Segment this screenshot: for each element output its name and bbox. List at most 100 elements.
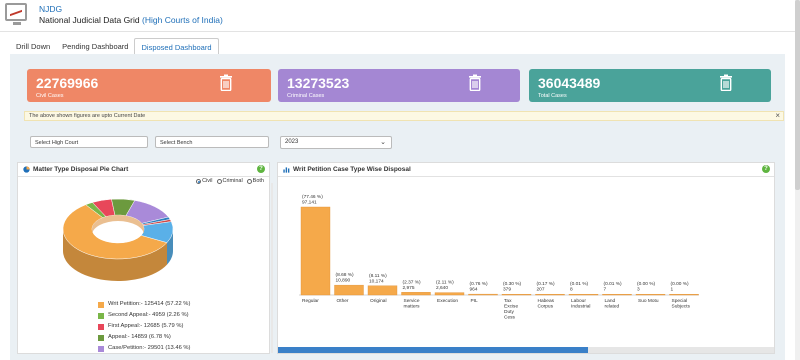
legend-item[interactable]: Second Appeal:- 4959 (2.26 %): [98, 310, 191, 321]
page-scrollbar[interactable]: [795, 0, 800, 360]
bar-chart: (77.46 %)97,141 Regular (8.68 %)10,890 Othe…: [299, 194, 699, 321]
bar-percent-label: (77.46 %): [302, 194, 323, 200]
bar-percent-label: (0.17 %): [537, 281, 556, 287]
dashboard-tabs: Drill Down Pending Dashboard Disposed Da…: [10, 38, 219, 55]
bar-chart-panel: Writ Petition Case Type Wise Disposal ? …: [277, 162, 775, 354]
bar[interactable]: [669, 293, 699, 296]
bar-category-label: Suo Motu: [638, 298, 659, 304]
pie-chart-panel: Matter Type Disposal Pie Chart ? Civil C…: [17, 162, 273, 354]
civil-cases-label: Civil Cases: [36, 93, 64, 99]
bar-panel-title: Writ Petition Case Type Wise Disposal: [293, 166, 411, 173]
bar[interactable]: [401, 292, 431, 296]
bar-value-label: 2,640: [436, 285, 448, 291]
bar-value-label: 7: [604, 287, 607, 293]
radio-civil-dot[interactable]: [196, 178, 202, 184]
bench-select[interactable]: Select Bench: [155, 136, 269, 148]
bar-category-label: Excise: [504, 304, 518, 310]
bar-value-label: 964: [470, 287, 478, 293]
bar-percent-label: (0.01 %): [570, 281, 589, 287]
close-icon[interactable]: ×: [775, 111, 780, 120]
bar[interactable]: [468, 293, 498, 296]
bar-category-label: Service: [404, 298, 420, 304]
notice-text: The above shown figures are upto Current…: [29, 113, 146, 119]
bar-percent-label: (2.11 %): [436, 280, 454, 286]
bar-category-label: matters: [404, 304, 421, 310]
subtitle-prefix: National Judicial Data Grid: [39, 15, 140, 25]
tab-pending-dashboard[interactable]: Pending Dashboard: [56, 38, 134, 55]
total-cases-label: Total Cases: [538, 93, 567, 99]
bar-category-label: Special: [672, 298, 688, 304]
criminal-cases-card: 13273523 Criminal Cases: [278, 69, 520, 102]
radio-both[interactable]: Both: [246, 178, 264, 184]
pie-chart: [62, 198, 174, 281]
bar[interactable]: [602, 293, 632, 296]
pie-legend: Writ Petition:- 125414 (57.22 %) Second …: [98, 299, 191, 354]
help-icon[interactable]: ?: [257, 165, 265, 173]
bar-category-label: related: [605, 304, 620, 310]
legend-item[interactable]: First Appeal:- 12685 (5.79 %): [98, 321, 191, 332]
radio-criminal-dot[interactable]: [216, 178, 222, 184]
bar-value-label: 2,975: [403, 285, 415, 291]
bar-category-label: Corpus: [538, 304, 554, 310]
year-select[interactable]: 2023 ⌄: [280, 136, 392, 149]
bar-category-label: Duty: [504, 309, 514, 315]
radio-both-dot[interactable]: [246, 178, 252, 184]
tab-drill-down[interactable]: Drill Down: [10, 38, 56, 55]
legend-item[interactable]: Writ Petition:- 125414 (57.22 %): [98, 299, 191, 310]
bar[interactable]: [501, 293, 532, 296]
pie-panel-scrollbar[interactable]: [271, 183, 273, 353]
legend-item[interactable]: Appeal:- 14859 (6.78 %): [98, 332, 191, 343]
bar-value-label: 379: [503, 287, 511, 293]
total-cases-count: 36043489: [538, 75, 601, 91]
page-scrollbar-thumb[interactable]: [795, 0, 800, 190]
bar[interactable]: [300, 206, 331, 296]
legend-swatch-second-appeal: [98, 312, 104, 319]
page-subtitle: National Judicial Data Grid (High Courts…: [39, 15, 223, 25]
radio-criminal[interactable]: Criminal: [216, 178, 243, 184]
bar[interactable]: [635, 293, 666, 296]
legend-label: First Appeal:- 12685 (5.79 %): [108, 323, 184, 329]
scrollbar-thumb[interactable]: [278, 347, 588, 353]
bar-category-label: Tax: [504, 298, 512, 304]
bar-chart-scrollbar[interactable]: [278, 347, 774, 353]
help-icon[interactable]: ?: [762, 165, 770, 173]
legend-swatch-writ-petition: [98, 301, 104, 308]
app-header: NJDG National Judicial Data Grid (High C…: [0, 0, 800, 32]
bar-percent-label: (0.01 %): [604, 281, 623, 287]
legend-label: Writ Petition:- 125414 (57.22 %): [108, 301, 191, 307]
bar[interactable]: [434, 292, 465, 296]
bar-category-label: Industrial: [571, 304, 590, 310]
bar[interactable]: [367, 285, 398, 296]
bar-value-label: 10,174: [369, 278, 384, 284]
radio-both-label: Both: [252, 178, 264, 184]
bar-percent-label: (0.76 %): [470, 281, 489, 287]
bar-percent-label: (0.30 %): [503, 281, 522, 287]
bar-value-label: 1: [671, 287, 674, 293]
civil-cases-card: 22769966 Civil Cases: [27, 69, 271, 102]
pie-panel-title: Matter Type Disposal Pie Chart: [33, 166, 129, 173]
bar-value-label: 3: [637, 287, 640, 293]
legend-swatch-first-appeal: [98, 323, 104, 330]
bar[interactable]: [334, 284, 364, 296]
bar-category-label: Execution: [437, 298, 458, 304]
bar[interactable]: [535, 293, 565, 296]
bar-value-label: 97,141: [302, 200, 317, 206]
disposed-dashboard-panel: 22769966 Civil Cases 13273523 Criminal C…: [10, 54, 785, 360]
brand-name[interactable]: NJDG: [39, 4, 62, 14]
tab-disposed-dashboard[interactable]: Disposed Dashboard: [134, 38, 219, 55]
bar-category-label: Subjects: [672, 304, 691, 310]
year-value: 2023: [285, 139, 299, 145]
radio-civil[interactable]: Civil: [196, 178, 213, 184]
total-cases-card: 36043489 Total Cases: [529, 69, 771, 102]
bar-category-label: Original: [370, 298, 387, 304]
high-court-select[interactable]: Select High Court: [30, 136, 148, 148]
legend-item[interactable]: Case/Petition:- 29501 (13.46 %): [98, 343, 191, 354]
radio-civil-label: Civil: [202, 178, 213, 184]
bar-category-label: Habeas: [538, 298, 555, 304]
bar-percent-label: (8.68 %): [336, 272, 355, 278]
data-notice-alert: The above shown figures are upto Current…: [24, 111, 784, 121]
bar[interactable]: [568, 293, 599, 296]
bar-category-label: Other: [337, 298, 349, 304]
bar-category-label: Regular: [302, 298, 319, 304]
radio-criminal-label: Criminal: [222, 178, 243, 184]
